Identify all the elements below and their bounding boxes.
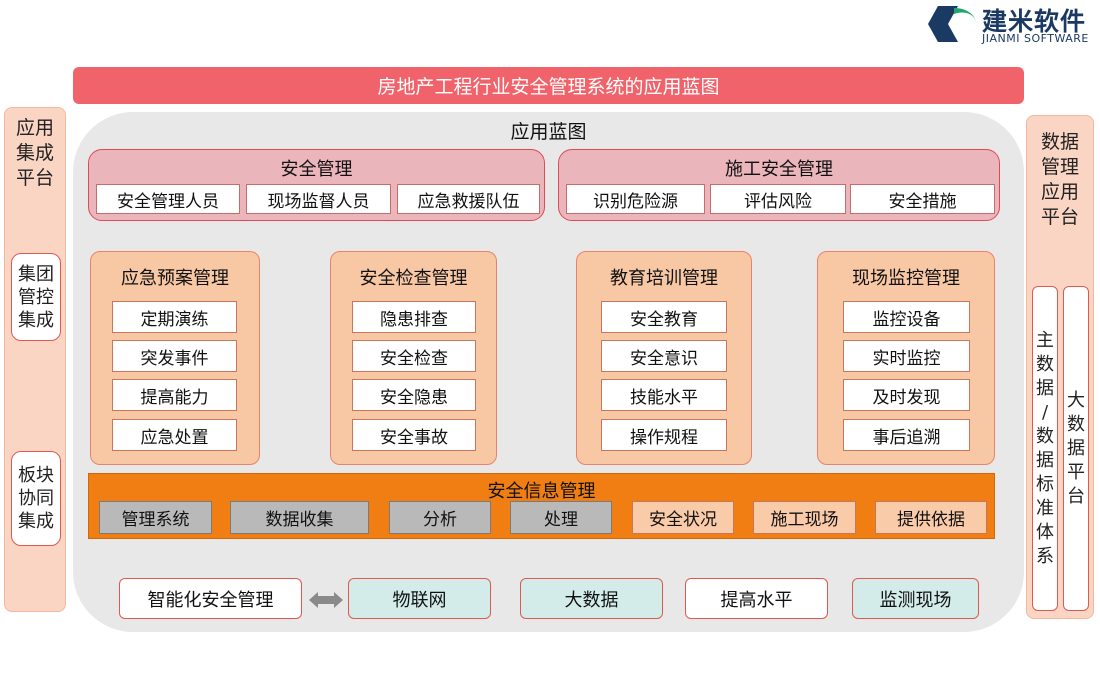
inspection-item-1: 隐患排查 — [352, 301, 476, 333]
info-gray-2: 数据收集 — [230, 501, 369, 534]
info-gray-3: 分析 — [389, 501, 491, 534]
improve-level-box: 提高水平 — [685, 578, 828, 619]
smart-safety-box: 智能化安全管理 — [119, 578, 302, 619]
safety-measures-cell: 安全措施 — [850, 184, 995, 214]
inspection-item-3: 安全隐患 — [352, 379, 476, 411]
page-title: 房地产工程行业安全管理系统的应用蓝图 — [73, 67, 1024, 104]
iot-box: 物联网 — [348, 578, 491, 619]
emergency-plan-title: 应急预案管理 — [121, 268, 229, 289]
safety-personnel-cell: 安全管理人员 — [96, 184, 240, 214]
safety-info-title: 安全信息管理 — [487, 481, 596, 502]
inspection-item-2: 安全检查 — [352, 340, 476, 372]
sector-collab-box: 板块 协同 集成 — [11, 451, 61, 546]
logo-subtitle: JIANMI SOFTWARE — [982, 32, 1089, 45]
info-peach-1: 安全状况 — [632, 501, 734, 534]
training-title: 教育培训管理 — [610, 268, 718, 289]
inspection-item-4: 安全事故 — [352, 419, 476, 451]
training-item-4: 操作规程 — [601, 419, 727, 451]
rescue-team-cell: 应急救援队伍 — [397, 184, 540, 214]
big-data-platform-box: 大 数 据 平 台 — [1063, 286, 1089, 611]
info-peach-2: 施工现场 — [753, 501, 856, 534]
big-data-box: 大数据 — [520, 578, 663, 619]
emergency-item-3: 提高能力 — [112, 379, 237, 411]
construction-safety-title: 施工安全管理 — [725, 159, 833, 180]
site-monitoring-title: 现场监控管理 — [852, 268, 960, 289]
group-control-box: 集团 管控 集成 — [11, 253, 61, 341]
emergency-item-4: 应急处置 — [112, 419, 237, 451]
info-peach-3: 提供依据 — [875, 501, 987, 534]
info-gray-1: 管理系统 — [99, 501, 212, 534]
emergency-item-2: 突发事件 — [112, 340, 237, 372]
safety-management-title: 安全管理 — [280, 159, 353, 180]
assess-risk-cell: 评估风险 — [710, 184, 846, 214]
monitoring-item-3: 及时发现 — [843, 379, 970, 411]
right-side-title: 数据 管理 应用 平台 — [1040, 131, 1079, 228]
blueprint-title: 应用蓝图 — [510, 121, 587, 143]
double-arrow-icon — [309, 592, 343, 608]
monitoring-item-2: 实时监控 — [843, 340, 970, 372]
left-side-title: 应用 集成 平台 — [15, 117, 54, 189]
identify-hazards-cell: 识别危险源 — [566, 184, 705, 214]
safety-inspection-title: 安全检查管理 — [359, 268, 468, 289]
training-item-1: 安全教育 — [601, 301, 727, 333]
info-gray-4: 处理 — [510, 501, 612, 534]
training-item-2: 安全意识 — [601, 340, 727, 372]
training-item-3: 技能水平 — [601, 379, 727, 411]
site-supervisor-cell: 现场监督人员 — [246, 184, 391, 214]
monitoring-item-4: 事后追溯 — [843, 419, 970, 451]
emergency-item-1: 定期演练 — [112, 301, 237, 333]
monitor-site-box: 监测现场 — [852, 578, 979, 619]
master-data-box: 主 数 据 / 数 据 标 准 体 系 — [1032, 286, 1058, 611]
monitoring-item-1: 监控设备 — [843, 301, 970, 333]
